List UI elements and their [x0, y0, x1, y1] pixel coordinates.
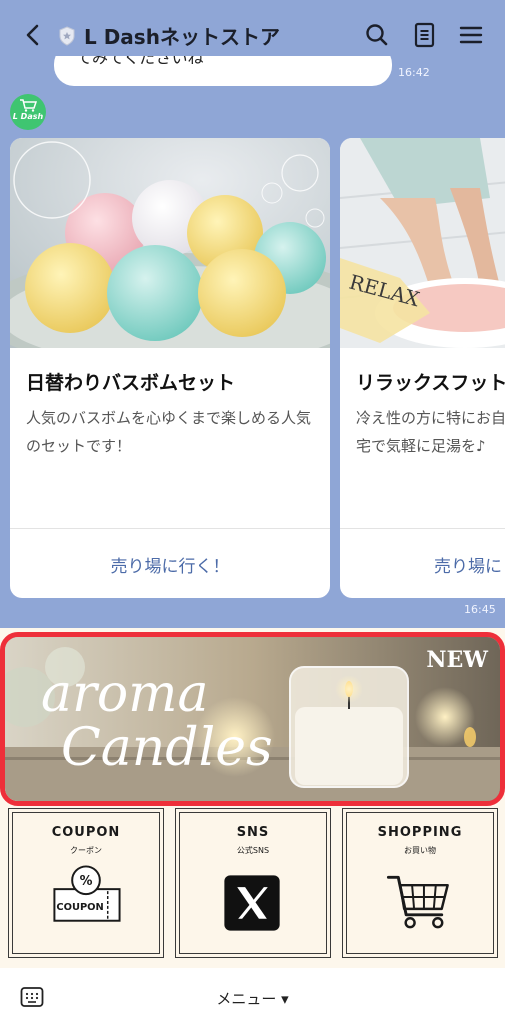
banner-script-text: aroma Candles [41, 667, 273, 775]
card-title: 日替わりバスボムセット [26, 372, 236, 394]
avatar-cart-icon [20, 99, 37, 112]
card-link-button[interactable]: 売り場に [434, 552, 505, 577]
chat-area[interactable]: てみてくださいね 16:42 L Dash 日替わりバスボムセット 人気のバスボ… [0, 56, 505, 628]
card-divider [10, 528, 330, 529]
message-time: 16:42 [398, 66, 430, 79]
coupon-icon-text: COUPON [56, 902, 103, 913]
chat-title: L Dashネットストア [84, 25, 280, 49]
back-chevron-icon[interactable] [20, 20, 46, 50]
bottom-bar: メニュー ▾ [0, 968, 505, 1024]
relax-footbath-photo[interactable]: RELAX [340, 138, 505, 348]
card-link-button[interactable]: 売り場に行く！ [10, 552, 330, 577]
tile-title: SNS [236, 825, 270, 840]
card-description: 冷え性の方に特にお自宅で気軽に足湯を♪ [356, 409, 505, 455]
svg-text:%: % [80, 874, 93, 889]
aroma-candles-banner[interactable]: NEW aroma Candles [0, 632, 505, 806]
tile-subtitle: 公式SNS [236, 846, 270, 855]
card-divider [340, 528, 505, 529]
new-badge: NEW [426, 647, 488, 673]
card-title: リラックスフット [356, 372, 505, 394]
x-logo-icon [224, 875, 280, 931]
notes-icon[interactable] [411, 20, 439, 50]
tile-title: COUPON [51, 825, 121, 840]
tile-subtitle: お買い物 [404, 846, 436, 855]
message-time: 16:45 [464, 603, 496, 616]
tile-title: SHOPPING [377, 825, 463, 840]
tile-subtitle: クーポン [70, 846, 102, 855]
product-card[interactable]: RELAX リラックスフット 冷え性の方に特にお自宅で気軽に足湯を♪ 売り場に [340, 138, 505, 598]
shield-icon [59, 26, 75, 46]
previous-message-text: てみてくださいね [76, 56, 204, 67]
search-icon[interactable] [363, 20, 391, 50]
previous-message-bubble: てみてくださいね [54, 56, 392, 86]
avatar-label: L Dash [12, 112, 44, 121]
product-card[interactable]: 日替わりバスボムセット 人気のバスボムを心ゆくまで楽しめる人気のセットです！ 売… [10, 138, 330, 598]
sns-tile[interactable]: SNS 公式SNS [175, 808, 331, 958]
coupon-tile[interactable]: COUPON クーポン % COUPON [8, 808, 164, 958]
shopping-tile[interactable]: SHOPPING お買い物 [342, 808, 498, 958]
card-description: 人気のバスボムを心ゆくまで楽しめる人気のセットです！ [26, 409, 312, 455]
bath-bombs-photo[interactable] [10, 138, 330, 348]
avatar[interactable]: L Dash [10, 94, 46, 130]
banner-script-line1: aroma [41, 664, 209, 724]
shopping-cart-icon [386, 875, 449, 929]
banner-script-line2: Candles [61, 718, 273, 778]
rich-menu: NEW aroma Candles COUPON クーポン % COUPON S… [0, 628, 505, 968]
rich-menu-toggle[interactable]: メニュー ▾ [0, 988, 505, 1009]
coupon-ticket-icon: % COUPON [53, 865, 121, 922]
menu-icon[interactable] [457, 20, 485, 50]
